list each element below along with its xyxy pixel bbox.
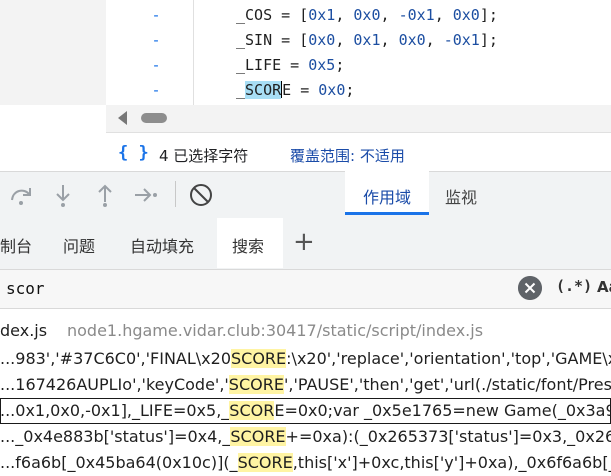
code-token: _COS = [ bbox=[236, 6, 309, 24]
tab-autofill[interactable]: 自动填充 bbox=[130, 233, 194, 257]
number-literal: 0x5 bbox=[308, 56, 336, 74]
code-line: - _SIN = [0x0, 0x1, 0x0, -0x1]; bbox=[0, 28, 611, 53]
result-match: SCOR bbox=[229, 401, 275, 420]
result-text-before: ...f6a6b[_0x45ba64(0x10c)](_ bbox=[0, 453, 238, 472]
search-result-row[interactable]: ..._0x4e883b['status']=0x4,_SCORE+=0xa):… bbox=[0, 424, 611, 450]
result-text-before: ..._0x4e883b['status']=0x4,_ bbox=[0, 427, 231, 446]
horizontal-scrollbar[interactable] bbox=[106, 105, 611, 132]
pretty-print-button[interactable]: { } bbox=[118, 143, 149, 163]
coverage-status[interactable]: 覆盖范围: 不适用 bbox=[290, 145, 405, 166]
search-result-row[interactable]: ...f6a6b[_0x45ba64(0x10c)](_SCORE,this['… bbox=[0, 450, 611, 476]
step-icon[interactable] bbox=[133, 182, 159, 208]
toolbar-divider bbox=[175, 181, 176, 207]
active-tab-indicator bbox=[345, 212, 429, 215]
result-text-after: E=0x0;var _0x5e1765=new Game(_0x3a9ed7( bbox=[274, 401, 611, 420]
number-literal: 0x0 bbox=[353, 6, 381, 24]
step-into-icon[interactable] bbox=[50, 182, 76, 208]
number-literal: 0x0 bbox=[308, 31, 336, 49]
tab-issues[interactable]: 问题 bbox=[63, 233, 95, 257]
add-tab-button[interactable]: + bbox=[293, 228, 315, 256]
result-match: SCORE bbox=[231, 349, 287, 368]
number-literal: -0x1 bbox=[398, 6, 435, 24]
result-file-name[interactable]: dex.js bbox=[0, 321, 47, 340]
result-text-before: ...167426AUPLIo','keyCode',' bbox=[0, 375, 229, 394]
code-token: ]; bbox=[479, 31, 498, 49]
code-line: - _COS = [0x1, 0x0, -0x1, 0x0]; bbox=[0, 3, 611, 28]
diff-removed-marker: - bbox=[151, 56, 161, 74]
scrollbar-thumb[interactable] bbox=[141, 113, 167, 123]
number-literal: 0x1 bbox=[353, 31, 381, 49]
code-token: E bbox=[282, 81, 292, 99]
code-token: ]; bbox=[479, 6, 498, 24]
deactivate-breakpoints-icon[interactable] bbox=[188, 182, 214, 208]
number-literal: 0x1 bbox=[308, 6, 336, 24]
match-case-button[interactable]: Aa bbox=[597, 278, 611, 296]
result-text-after: +=0xa):(_0x265373['status']=0x3,_0x26537… bbox=[285, 427, 611, 446]
number-literal: 0x0 bbox=[398, 31, 426, 49]
scroll-left-arrow-icon[interactable] bbox=[118, 111, 127, 125]
result-text-after: :\x20','replace','orientation','top','GA… bbox=[286, 349, 611, 368]
step-over-icon[interactable] bbox=[8, 182, 34, 208]
search-input[interactable] bbox=[0, 273, 506, 303]
search-result-row[interactable]: ...167426AUPLIo','keyCode','SCORE','PAUS… bbox=[0, 372, 611, 398]
result-match: SCORE bbox=[230, 427, 286, 446]
result-file-path: node1.hgame.vidar.club:30417/static/scri… bbox=[67, 321, 484, 340]
result-match: SCORE bbox=[237, 453, 293, 472]
code-token: ; bbox=[345, 81, 355, 99]
code-token: _ bbox=[236, 81, 246, 99]
tab-watch[interactable]: 监视 bbox=[431, 184, 491, 208]
regex-toggle-button[interactable]: (.*) bbox=[556, 277, 592, 295]
code-token: _LIFE = bbox=[236, 56, 309, 74]
result-text-after: ,this['x']+0xc,this['y']+0xa),_0x6f6a6b[… bbox=[292, 453, 611, 472]
number-literal: 0x0 bbox=[452, 6, 480, 24]
tab-console[interactable]: 制台 bbox=[0, 233, 32, 257]
code-line: - _SCORE = 0x0; bbox=[0, 78, 611, 103]
clear-search-icon[interactable] bbox=[518, 276, 542, 300]
diff-removed-marker: - bbox=[151, 31, 161, 49]
number-literal: -0x1 bbox=[443, 31, 480, 49]
result-text-after: ','PAUSE','then','get','url(./static/fon… bbox=[283, 375, 611, 394]
selection-count: 4 已选择字符 bbox=[159, 147, 249, 165]
code-editor[interactable]: - _COS = [0x1, 0x0, -0x1, 0x0]; - _SIN =… bbox=[0, 0, 611, 105]
result-text-before: ...983','#37C6C0','FINAL\x20 bbox=[0, 349, 231, 368]
search-result-row[interactable]: ...983','#37C6C0','FINAL\x20SCORE:\x20',… bbox=[0, 346, 611, 372]
code-token: _SIN = [ bbox=[236, 31, 309, 49]
diff-removed-marker: - bbox=[151, 6, 161, 24]
code-token: ; bbox=[335, 56, 345, 74]
code-line: - _LIFE = 0x5; bbox=[0, 53, 611, 78]
tab-scope-label[interactable]: 作用域 bbox=[345, 184, 429, 208]
result-text-before: ...0x1,0x0,-0x1],_LIFE=0x5,_ bbox=[0, 401, 230, 420]
number-literal: 0x0 bbox=[318, 81, 346, 99]
result-match: SCORE bbox=[228, 375, 284, 394]
tab-search[interactable]: 搜索 bbox=[232, 233, 264, 257]
code-token: = bbox=[291, 81, 319, 99]
selected-text: SCOR bbox=[245, 81, 282, 99]
step-out-icon[interactable] bbox=[92, 182, 118, 208]
search-result-row-selected[interactable]: ...0x1,0x0,-0x1],_LIFE=0x5,_SCORE=0x0;va… bbox=[0, 398, 611, 424]
diff-removed-marker: - bbox=[151, 81, 161, 99]
